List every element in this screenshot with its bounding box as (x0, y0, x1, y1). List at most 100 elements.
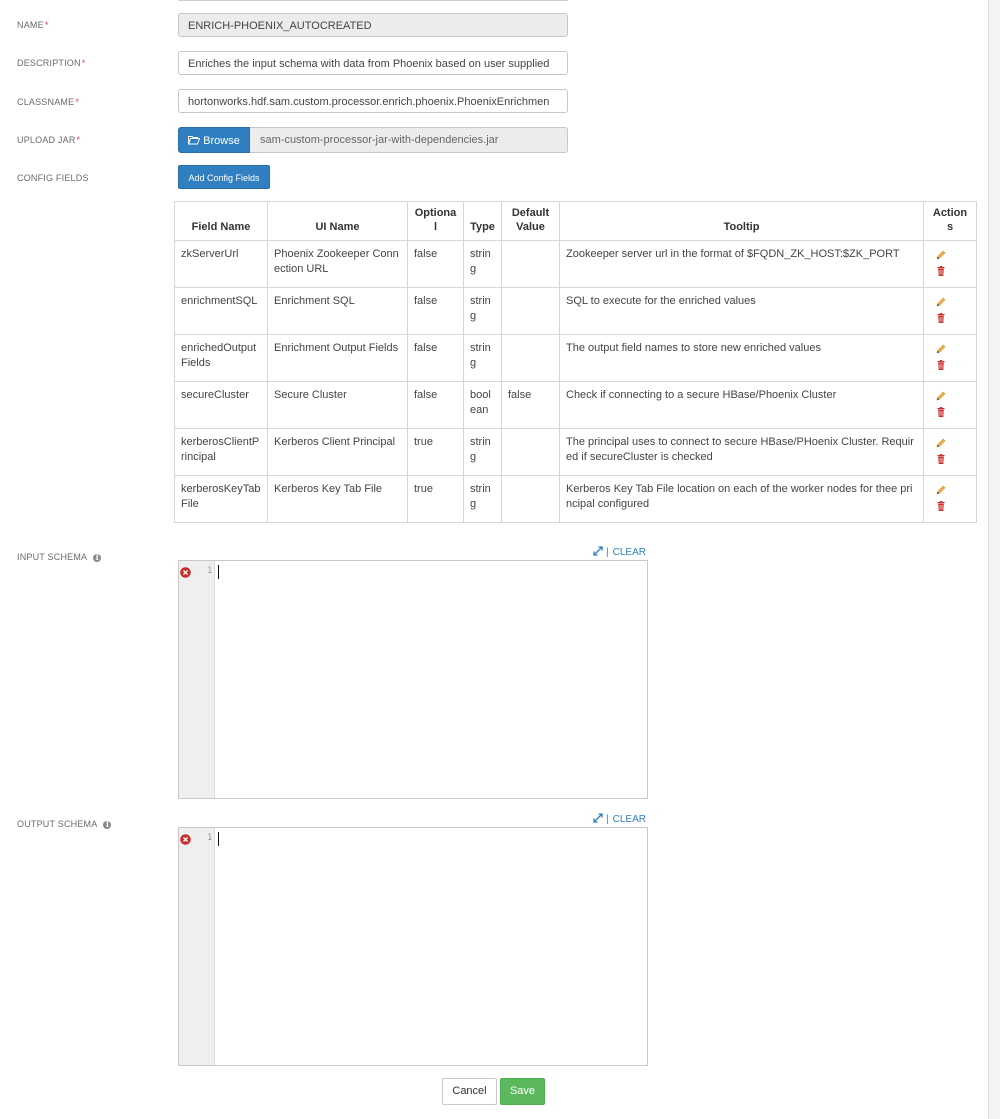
info-icon[interactable]: i (103, 820, 112, 829)
config-fields-label: CONFIG FIELDS (17, 173, 89, 183)
text-cursor (218, 832, 219, 846)
trash-icon[interactable] (935, 453, 947, 465)
cell-type: string (463, 240, 502, 288)
cell-actions (923, 287, 977, 335)
save-button[interactable]: Save (500, 1078, 545, 1105)
cell-type: string (463, 428, 502, 476)
add-config-fields-button[interactable]: Add Config Fields (178, 165, 270, 189)
cancel-button[interactable]: Cancel (442, 1078, 497, 1105)
cell-default-value (501, 240, 560, 288)
table-row: kerberosKeyTabFile Kerberos Key Tab File t… (174, 475, 977, 523)
required-mark: * (75, 97, 80, 107)
text-cursor (218, 565, 219, 579)
cell-tooltip: Check if connecting to a secure HBase/Ph… (559, 381, 924, 429)
edit-icon[interactable] (935, 249, 947, 261)
cell-type: string (463, 287, 502, 335)
upload-jar-label: UPLOAD JAR* (17, 135, 81, 145)
table-row: enrichedOutputFields Enrichment Output Fi… (174, 334, 977, 382)
header-tooltip: Tooltip (559, 201, 924, 241)
table-header-row: Field Name UI Name Optional Type Default… (174, 201, 977, 241)
cell-optional: false (407, 287, 464, 335)
output-schema-tools: | CLEAR (593, 813, 646, 825)
output-schema-clear-button[interactable]: CLEAR (613, 814, 646, 825)
table-row: kerberosClientPrincipal Kerberos Client P… (174, 428, 977, 476)
cell-optional: true (407, 475, 464, 523)
cell-ui-name: Enrichment SQL (267, 287, 408, 335)
output-schema-label: OUTPUT SCHEMA i (17, 819, 112, 829)
header-ui-name: UI Name (267, 201, 408, 241)
edit-icon[interactable] (935, 484, 947, 496)
cell-default-value: false (501, 381, 560, 429)
editor-gutter: 1 (179, 561, 215, 798)
header-actions: Actions (923, 201, 977, 241)
cell-field-name: kerberosClientPrincipal (174, 428, 268, 476)
input-schema-tools: | CLEAR (593, 546, 646, 558)
error-icon (180, 834, 191, 845)
table-row: secureCluster Secure Cluster false boolean f… (174, 381, 977, 429)
jar-file-name: sam-custom-processor-jar-with-dependenci… (250, 127, 568, 153)
cell-type: boolean (463, 381, 502, 429)
cell-field-name: kerberosKeyTabFile (174, 475, 268, 523)
header-optional: Optional (407, 201, 464, 241)
input-schema-editor[interactable]: 1 (178, 560, 648, 799)
cell-default-value (501, 287, 560, 335)
input-schema-clear-button[interactable]: CLEAR (613, 547, 646, 558)
cell-optional: true (407, 428, 464, 476)
cell-actions (923, 381, 977, 429)
output-schema-editor[interactable]: 1 (178, 827, 648, 1066)
cell-tooltip: The principal uses to connect to secure … (559, 428, 924, 476)
expand-icon[interactable] (593, 546, 603, 556)
tools-separator: | (606, 814, 609, 825)
trash-icon[interactable] (935, 406, 947, 418)
trash-icon[interactable] (935, 359, 947, 371)
cell-actions (923, 334, 977, 382)
required-mark: * (76, 135, 81, 145)
edit-icon[interactable] (935, 343, 947, 355)
folder-open-icon (187, 136, 201, 145)
cell-actions (923, 475, 977, 523)
required-mark: * (81, 58, 86, 68)
cell-field-name: enrichmentSQL (174, 287, 268, 335)
error-icon (180, 567, 191, 578)
edit-icon[interactable] (935, 390, 947, 402)
trash-icon[interactable] (935, 500, 947, 512)
cell-ui-name: Phoenix Zookeeper Connection URL (267, 240, 408, 288)
cell-ui-name: Secure Cluster (267, 381, 408, 429)
upload-jar-group: Browse sam-custom-processor-jar-with-dep… (178, 127, 568, 153)
line-number: 1 (207, 833, 213, 843)
cell-default-value (501, 475, 560, 523)
info-icon[interactable]: i (93, 553, 102, 562)
cell-tooltip: Zookeeper server url in the format of $F… (559, 240, 924, 288)
trash-icon[interactable] (935, 312, 947, 324)
cell-tooltip: The output field names to store new enri… (559, 334, 924, 382)
cell-ui-name: Kerberos Key Tab File (267, 475, 408, 523)
description-label: DESCRIPTION* (17, 58, 86, 68)
cell-tooltip: SQL to execute for the enriched values (559, 287, 924, 335)
cell-actions (923, 428, 977, 476)
description-field[interactable]: Enriches the input schema with data from… (178, 51, 568, 75)
browse-button[interactable]: Browse (178, 127, 250, 153)
expand-icon[interactable] (593, 813, 603, 823)
editor-gutter: 1 (179, 828, 215, 1065)
cell-ui-name: Kerberos Client Principal (267, 428, 408, 476)
header-type: Type (463, 201, 502, 241)
classname-field[interactable]: hortonworks.hdf.sam.custom.processor.enr… (178, 89, 568, 113)
cell-field-name: zkServerUrl (174, 240, 268, 288)
classname-label: CLASSNAME* (17, 97, 80, 107)
header-default-value: Default Value (501, 201, 560, 241)
cell-field-name: enrichedOutputFields (174, 334, 268, 382)
cell-default-value (501, 428, 560, 476)
edit-icon[interactable] (935, 296, 947, 308)
trash-icon[interactable] (935, 265, 947, 277)
clipped-field-edge (178, 0, 568, 1)
input-schema-label: INPUT SCHEMA i (17, 552, 102, 562)
cell-tooltip: Kerberos Key Tab File location on each o… (559, 475, 924, 523)
cell-optional: false (407, 381, 464, 429)
name-label: NAME* (17, 20, 49, 30)
cell-field-name: secureCluster (174, 381, 268, 429)
cell-type: string (463, 475, 502, 523)
config-fields-table: Field Name UI Name Optional Type Default… (174, 201, 977, 523)
edit-icon[interactable] (935, 437, 947, 449)
name-field[interactable]: ENRICH-PHOENIX_AUTOCREATED (178, 13, 568, 37)
page-scrollbar[interactable] (988, 0, 1000, 1119)
